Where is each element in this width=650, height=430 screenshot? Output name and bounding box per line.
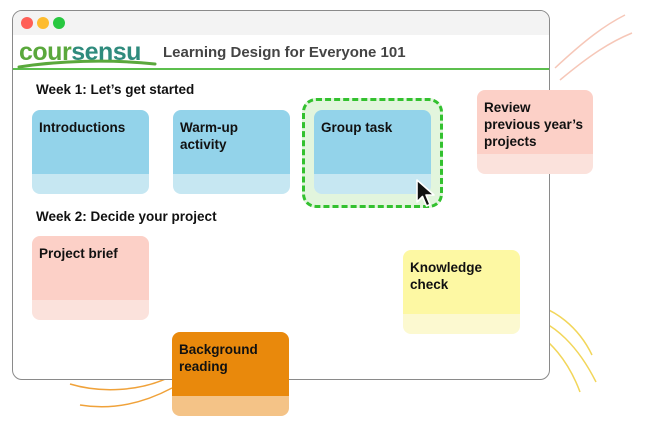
pink-motion-lines [554, 14, 633, 81]
zoom-window-icon[interactable] [53, 17, 65, 29]
card-label: Project brief [39, 246, 118, 261]
card-label: Background reading [179, 342, 258, 374]
card-group-task[interactable]: Group task [314, 110, 431, 194]
course-title: Learning Design for Everyone 101 [163, 44, 406, 61]
app-header: coursensu Learning Design for Everyone 1… [13, 35, 549, 70]
card-knowledge-check[interactable]: Knowledge check [403, 250, 520, 334]
swoosh-icon [17, 59, 157, 69]
card-label: Group task [321, 120, 393, 135]
close-window-icon[interactable] [21, 17, 33, 29]
card-label: Warm-up activity [180, 120, 238, 152]
week-1-heading: Week 1: Let’s get started [36, 82, 195, 97]
card-introductions[interactable]: Introductions [32, 110, 149, 194]
card-label: Knowledge check [410, 260, 483, 292]
card-review-previous-projects[interactable]: Review previous year’s projects [477, 90, 593, 174]
orange-motion-lines [69, 375, 173, 408]
week-2-heading: Week 2: Decide your project [36, 209, 217, 224]
window-titlebar [13, 11, 549, 36]
card-project-brief[interactable]: Project brief [32, 236, 149, 320]
card-background-reading[interactable]: Background reading [172, 332, 289, 416]
card-warm-up-activity[interactable]: Warm-up activity [173, 110, 290, 194]
arrow-pointer-icon [416, 179, 435, 207]
card-label: Review previous year’s projects [484, 100, 584, 149]
card-label: Introductions [39, 120, 126, 135]
minimize-window-icon[interactable] [37, 17, 49, 29]
